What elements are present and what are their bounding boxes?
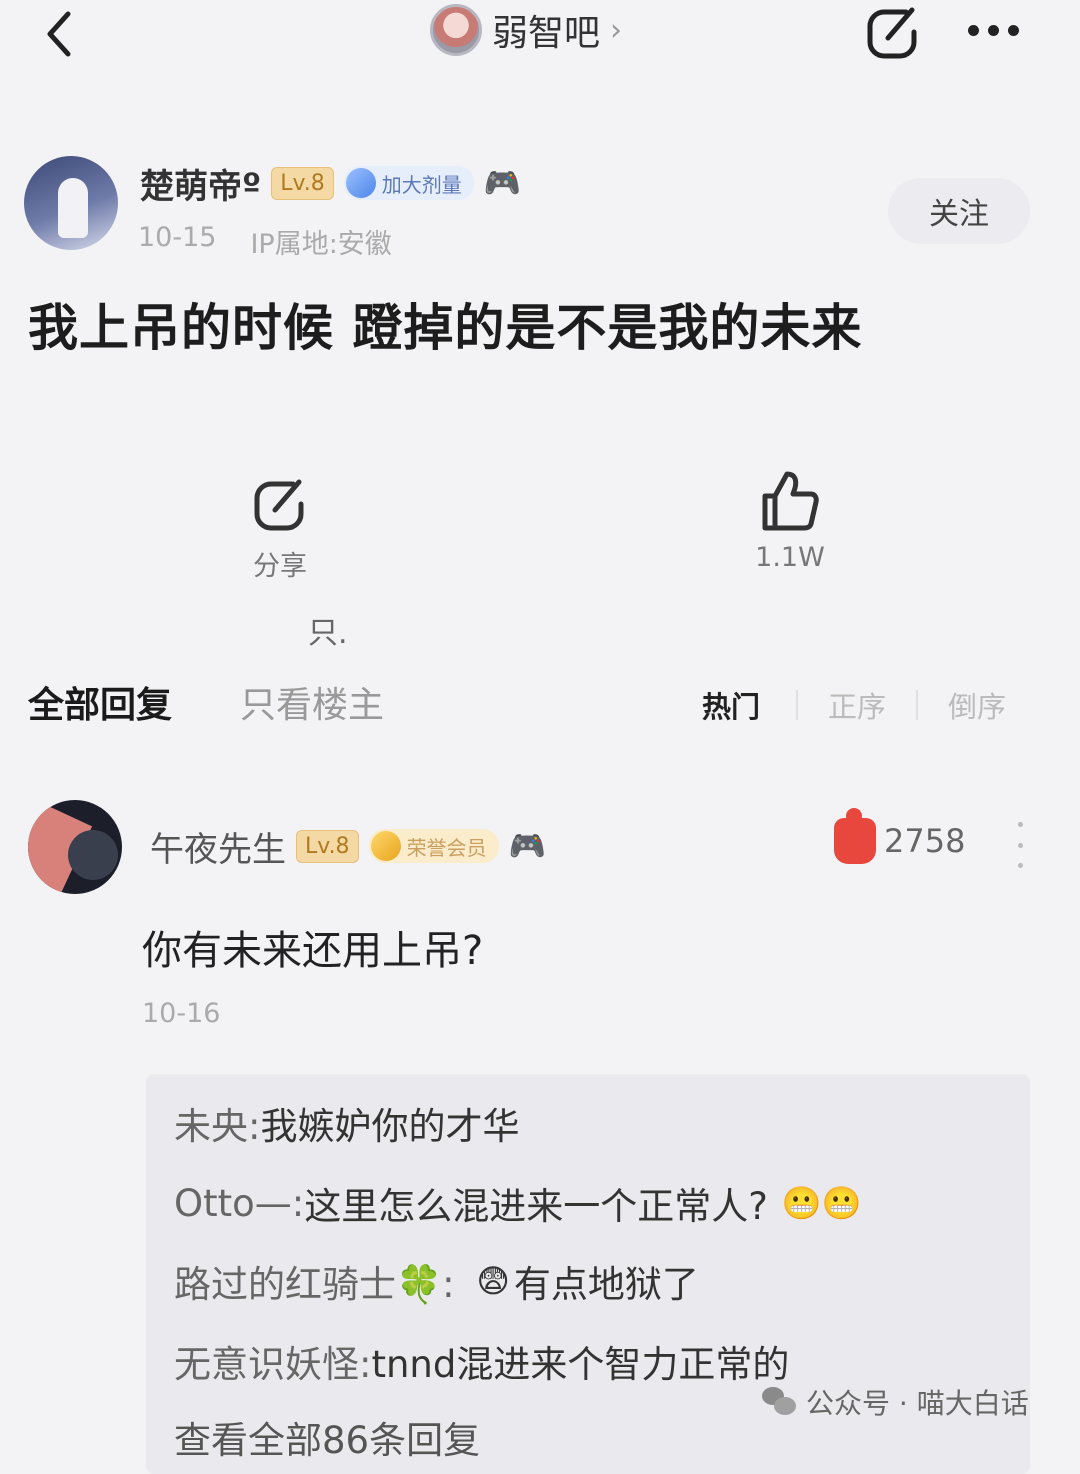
post-title: 我上吊的时候 蹬掉的是不是我的未来 <box>28 299 863 357</box>
member-badge-label: 加大剂量 <box>381 172 462 197</box>
sub-reply-author[interactable]: Otto—: <box>174 1182 304 1225</box>
chevron-right-icon: › <box>610 12 623 48</box>
sort-divider <box>916 690 918 720</box>
post-meta: 10-15 IP属地:安徽 <box>138 222 392 261</box>
sub-reply-text: 我嫉妒你的才华 <box>260 1105 520 1148</box>
sub-reply-author[interactable]: 无意识妖怪: <box>174 1334 371 1388</box>
sort-descending[interactable]: 倒序 <box>948 684 1006 726</box>
sub-reply-author[interactable]: 未央: <box>174 1096 260 1150</box>
gold-diamond-icon <box>370 831 401 861</box>
like-count: 1.1W <box>755 542 825 573</box>
wechat-icon <box>762 1387 798 1417</box>
share-label: 分享 <box>253 551 307 582</box>
sub-reply-text: 这里怎么混进来一个正常人? <box>304 1185 768 1228</box>
gamepad-icon: 🎮 <box>508 828 546 864</box>
comment-author-avatar[interactable] <box>28 800 122 894</box>
sub-reply-author[interactable]: 路过的红骑士🍀: <box>174 1254 455 1308</box>
level-badge: Lv.8 <box>296 829 359 863</box>
post-date: 10-15 <box>138 222 217 253</box>
sub-reply-text: 有点地狱了 <box>513 1263 699 1306</box>
comment-author-name[interactable]: 午夜先生 <box>150 822 286 871</box>
grimace-emoji-icon: 😬😬 <box>781 1184 862 1222</box>
like-action[interactable]: 1.1W <box>690 468 890 573</box>
thumbs-up-icon <box>762 471 819 531</box>
view-all-replies-link[interactable]: 查看全部86条回复 <box>174 1410 480 1464</box>
watermark: 公众号 · 喵大白话 <box>762 1382 1029 1422</box>
watermark-text: 公众号 · 喵大白话 <box>806 1387 1029 1420</box>
like-filled-icon <box>834 808 876 864</box>
member-badge: 加大剂量 <box>343 166 474 200</box>
sub-reply[interactable]: 路过的红骑士🍀: 😨 有点地狱了 <box>174 1254 699 1308</box>
tab-op-only[interactable]: 只看楼主 <box>240 676 384 728</box>
post-author-line: 楚萌帝º Lv.8 加大剂量 🎮 <box>140 158 521 208</box>
sort-hot[interactable]: 热门 <box>702 684 760 726</box>
share-action[interactable]: 分享 <box>180 474 380 583</box>
post-author-avatar[interactable] <box>24 156 118 250</box>
post-author-name[interactable]: 楚萌帝º <box>140 159 261 208</box>
forum-link[interactable]: 弱智吧 › <box>430 2 622 58</box>
sub-reply[interactable]: 无意识妖怪: tnnd混进来个智力正常的 <box>174 1334 789 1388</box>
more-options-icon[interactable] <box>958 0 1028 60</box>
comment-more-icon[interactable] <box>1008 822 1032 868</box>
share-icon[interactable] <box>862 2 924 64</box>
comment-author-line: 午夜先生 Lv.8 荣誉会员 🎮 <box>150 822 546 870</box>
gamepad-icon: 🎮 <box>483 165 522 201</box>
sort-ascending[interactable]: 正序 <box>828 684 886 726</box>
level-badge: Lv.8 <box>271 166 334 200</box>
sub-reply-text: tnnd混进来个智力正常的 <box>371 1343 790 1386</box>
post-ip: IP属地:安徽 <box>250 229 392 260</box>
sub-reply[interactable]: 未央: 我嫉妒你的才华 <box>174 1096 519 1150</box>
follow-button[interactable]: 关注 <box>888 178 1030 244</box>
share-icon <box>254 479 304 531</box>
back-arrow-icon[interactable] <box>38 6 82 62</box>
diamond-icon <box>345 168 376 198</box>
comment-date: 10-16 <box>142 998 221 1029</box>
member-badge: 荣誉会员 <box>368 829 499 863</box>
comment-like-button[interactable]: 2758 <box>834 808 966 864</box>
forum-avatar <box>430 4 482 56</box>
forum-name: 弱智吧 <box>492 13 601 54</box>
comment-like-count: 2758 <box>884 822 966 860</box>
stray-text: 只. <box>308 616 348 651</box>
member-badge-label: 荣誉会员 <box>406 835 487 860</box>
sub-reply[interactable]: Otto—: 这里怎么混进来一个正常人? 😬😬 <box>174 1176 862 1230</box>
fearful-emoji-icon: 😨 <box>476 1262 510 1300</box>
tab-all-replies[interactable]: 全部回复 <box>28 676 172 728</box>
comment-text: 你有未来还用上吊? <box>142 928 484 974</box>
sort-divider <box>796 690 798 720</box>
